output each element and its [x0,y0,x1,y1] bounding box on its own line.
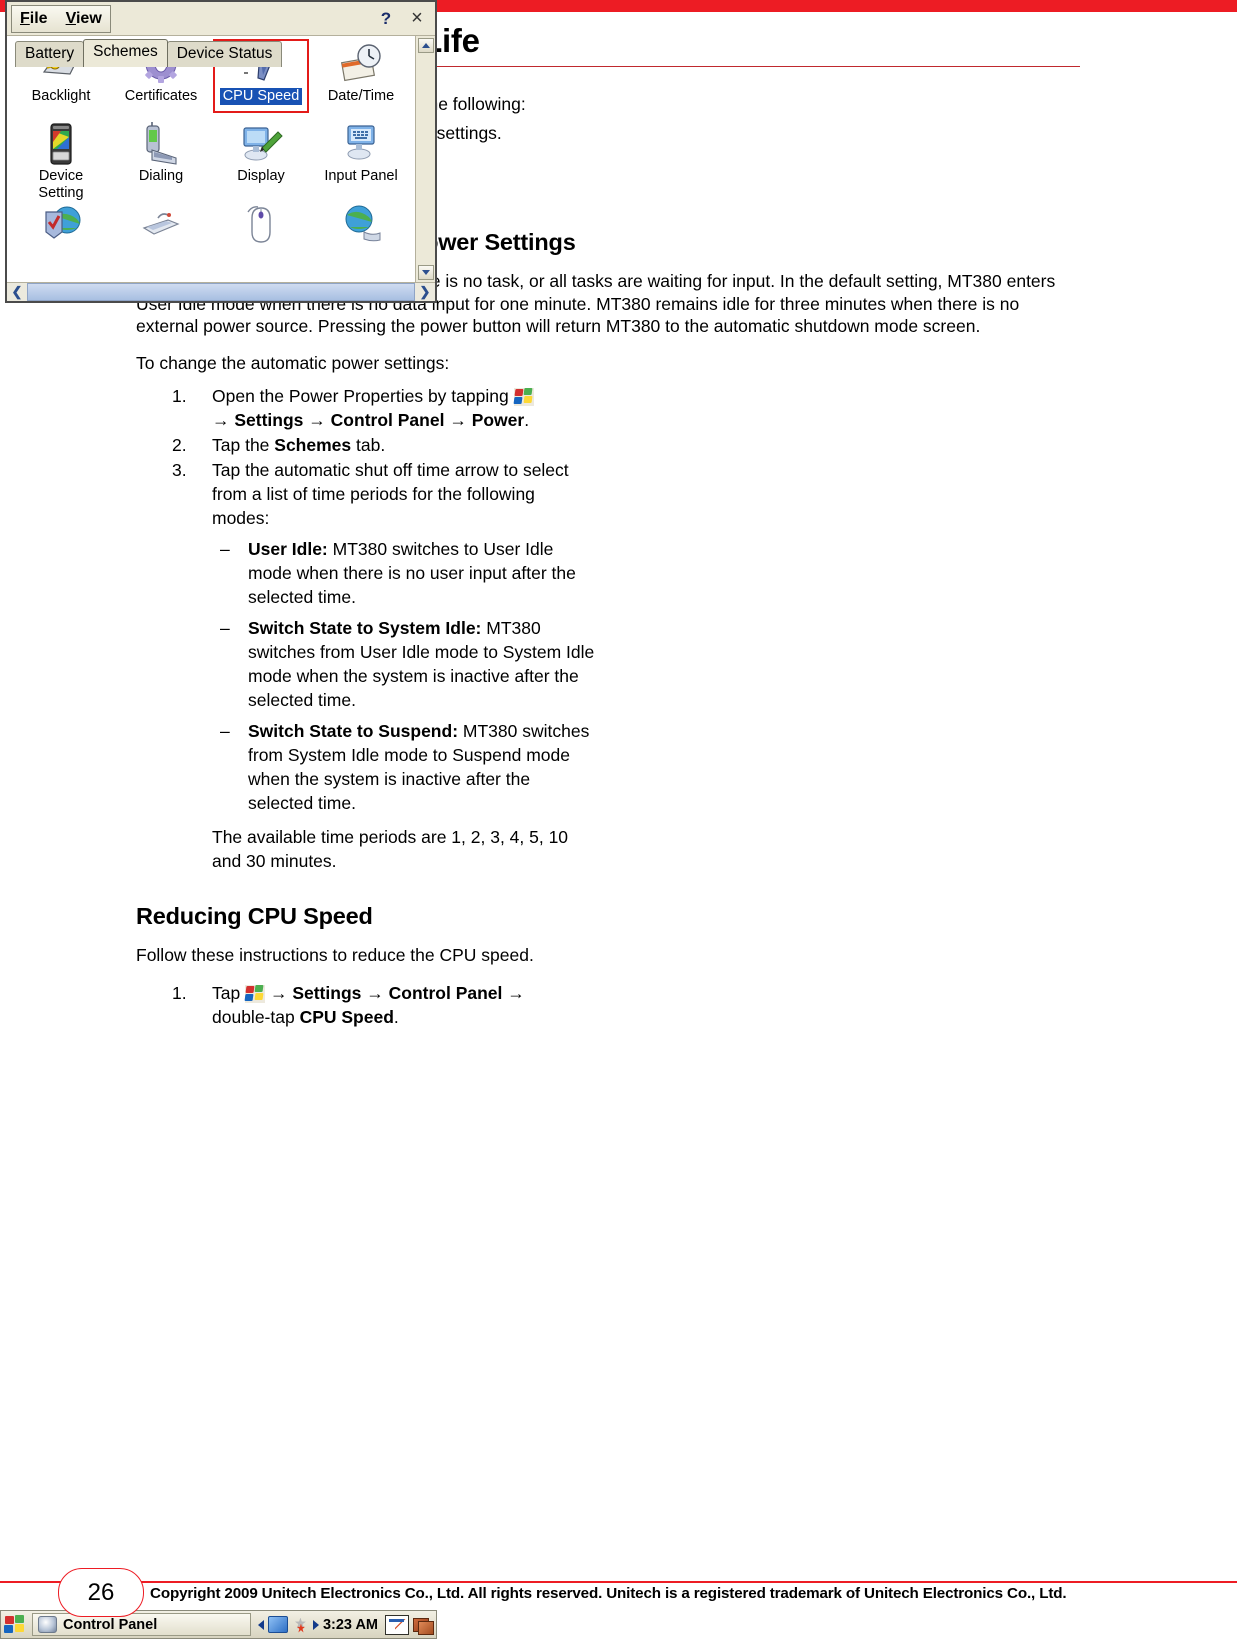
device-setting-icon [38,122,84,166]
step-bold-cpu-speed: CPU Speed [299,1006,394,1027]
section-heading-cpu: Reducing CPU Speed [136,903,373,930]
scroll-down-button[interactable] [417,265,434,280]
menu-view-rest: iew [75,9,102,27]
sub-item: – User Idle: MT380 switches to User Idle… [212,537,596,609]
procedure-step: 3. Tap the automatic shut off time arrow… [136,458,596,873]
copyright-notice: Copyright 2009 Unitech Electronics Co., … [150,1585,1067,1602]
sub-item-term: Switch State to System Idle: [248,618,482,639]
step-number: 1. [172,982,187,1003]
start-button-icon[interactable] [4,1614,28,1635]
scroll-right-button[interactable]: ❯ [417,284,433,300]
step-bold-control-panel: Control Panel [330,410,445,431]
scrollbar-thumb[interactable] [27,283,415,301]
step-text: Tap the automatic shut off time arrow to… [212,460,569,529]
sub-item: – Switch State to Suspend: MT380 switche… [212,719,596,815]
procedure-cpu: 1. Tap → Settings → Control Panel → doub… [136,981,596,1029]
close-icon[interactable]: × [403,6,431,32]
vertical-scrollbar[interactable] [415,36,435,282]
step-bold-settings: Settings [292,982,362,1003]
menu-file-rest: ile [29,9,48,27]
step-bold-settings: Settings [234,410,304,431]
tab-device-status[interactable]: Device Status [166,41,283,67]
step-bold-control-panel: Control Panel [388,982,503,1003]
menu-group: File View [11,4,111,33]
step-number: 1. [172,386,187,407]
cp-label: Dialing [138,168,184,184]
sub-item-term: User Idle: [248,539,328,560]
step-number: 3. [172,460,187,481]
display-icon [238,122,284,166]
control-panel-icon-grid: Backlight Certificates CPU Speed Date/Ti… [7,36,415,282]
section-lead-in: To change the automatic power settings: [136,352,450,373]
cp-item-display[interactable]: Display [211,122,311,202]
show-desktop-icon[interactable] [413,1616,434,1635]
cp-item-row3-1[interactable] [11,202,111,282]
windows-start-flag-icon [513,388,534,407]
cp-label: Display [237,168,285,184]
tray-right-arrow-icon[interactable] [312,1619,319,1630]
cp-label: Date/Time [327,88,395,104]
network-globe-icon [338,202,384,246]
procedure-auto-power: 1. Open the Power Properties by tapping … [136,384,596,873]
network-icon[interactable] [267,1616,288,1633]
control-panel-content: Backlight Certificates CPU Speed Date/Ti… [7,36,435,282]
system-tray: 3:23 AM [255,1616,381,1633]
control-panel-icon [38,1616,57,1633]
cp-label: Certificates [124,88,198,104]
menu-view[interactable]: View [66,10,102,28]
step-number: 2. [172,435,187,456]
cp-item-input-panel[interactable]: Input Panel [311,122,411,202]
cp-item-row3-2[interactable] [111,202,211,282]
menu-bar: File View ? × [7,2,435,36]
mouse-icon [238,202,284,246]
step-bold-power: Power [471,410,525,431]
cp-item-row3-4[interactable] [311,202,411,282]
taskbar-task-label: Control Panel [63,1616,158,1633]
tray-left-arrow-icon[interactable] [257,1619,264,1630]
procedure-step: 1. Tap → Settings → Control Panel → doub… [172,982,525,1027]
cp-label: Backlight [31,88,91,104]
tab-battery[interactable]: Battery [15,41,85,67]
sub-item-term: Switch State to Suspend: [248,721,459,742]
section-paragraph-cpu: Follow these instructions to reduce the … [136,945,534,966]
dialing-icon [138,121,184,166]
sparkle-icon[interactable] [292,1617,309,1633]
horizontal-scrollbar[interactable]: ❮ ❯ [7,282,435,301]
keyboard-icon [138,202,184,246]
scroll-left-button[interactable]: ❮ [9,284,25,300]
windows-start-flag-icon [244,984,266,1003]
procedure-note: The available time periods are 1, 2, 3, … [212,827,569,872]
sub-item: – Switch State to System Idle: MT380 swi… [212,616,596,712]
sub-item-dash: – [220,539,230,560]
internet-options-icon [38,202,84,246]
page-number-badge: 26 [58,1568,144,1617]
cp-label: Device Setting [38,168,84,201]
menu-file[interactable]: File [20,10,48,28]
sub-item-dash: – [220,618,230,639]
step-text-before-icon: Open the Power Properties by tapping [212,386,514,407]
help-pointer-icon[interactable]: ? [372,6,400,32]
cp-item-device-setting[interactable]: Device Setting [11,122,111,202]
step-arrow: → [212,410,235,431]
input-panel-icon[interactable] [385,1614,409,1635]
cp-label: Input Panel [324,168,398,184]
procedure-step: 2. Tap the Schemes tab. [172,435,386,456]
cp-item-row3-3[interactable] [211,202,311,282]
cp-item-dialing[interactable]: Dialing [111,121,211,202]
tab-strip: Battery Schemes Device Status [15,39,427,67]
sub-item-dash: – [220,721,230,742]
input-panel-icon [338,122,384,166]
tab-schemes[interactable]: Schemes [83,39,168,67]
clock[interactable]: 3:23 AM [323,1617,378,1633]
step-text-before-icon: Tap [212,982,246,1003]
procedure-step: 1. Open the Power Properties by tapping … [136,384,596,432]
step-bold-schemes: Schemes [274,435,352,456]
